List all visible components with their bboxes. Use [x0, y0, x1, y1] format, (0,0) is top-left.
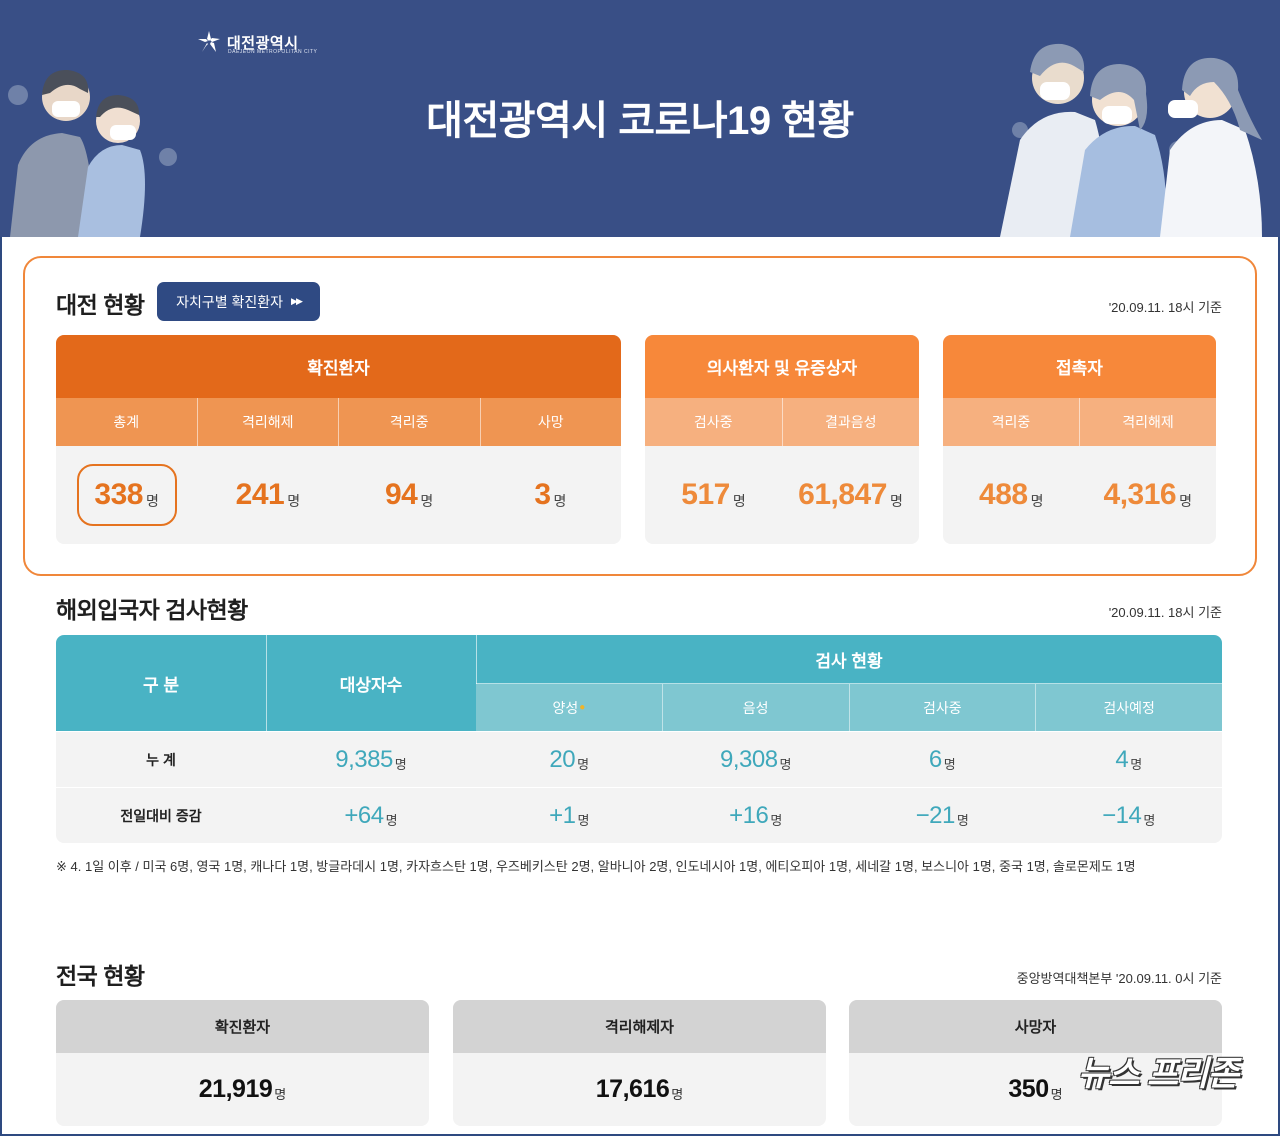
unit-label: 명 — [577, 757, 590, 772]
suspected-testing-value: 517 — [681, 478, 730, 511]
confirmed-deaths-value: 3 — [534, 478, 551, 511]
row-scheduled-value: −14 — [1102, 801, 1142, 829]
row-negative-value: +16 — [729, 801, 769, 829]
unit-label: 명 — [1050, 1087, 1063, 1102]
suspected-negative-value: 61,847 — [798, 478, 887, 511]
confirmed-col-released: 격리해제 — [198, 398, 339, 446]
header-total: 대상자수 — [339, 675, 403, 695]
confirmed-col-total: 총계 — [56, 398, 198, 446]
overseas-test-table: 구 분 대상자수 검사 현황 양성 ● 음성 검사중 검사예정 누 계 9,385… — [56, 635, 1222, 843]
national-released-card: 격리해제자 17,616 명 — [453, 1000, 826, 1126]
row-scheduled-value: 4 — [1115, 745, 1129, 773]
contacts-released-value: 4,316 — [1103, 478, 1177, 511]
national-confirmed-label: 확진환자 — [56, 1000, 429, 1053]
row-positive-value: 20 — [549, 745, 576, 773]
national-deaths-value: 350 — [1008, 1075, 1049, 1103]
unit-label: 명 — [1179, 493, 1192, 509]
row-label: 전일대비 증감 — [120, 807, 202, 824]
suspected-col-testing: 검사중 — [645, 398, 783, 446]
header-banner: 대전광역시 DAEJEON METROPOLITAN CITY 대전광역시 코로… — [0, 0, 1280, 237]
suspected-col-negative: 결과음성 — [824, 414, 877, 430]
national-released-value: 17,616 — [595, 1075, 670, 1103]
subheader-negative: 음성 — [663, 684, 850, 731]
row-positive-value: +1 — [549, 801, 576, 829]
unit-label: 명 — [732, 493, 746, 509]
row-testing-value: 6 — [928, 745, 942, 773]
overseas-table-header: 구 분 대상자수 검사 현황 양성 ● 음성 검사중 검사예정 — [56, 635, 1222, 731]
district-confirmed-button-label: 자치구별 확진환자 — [176, 293, 284, 310]
divider — [266, 635, 267, 731]
unit-label: 명 — [577, 813, 590, 828]
unit-label: 명 — [779, 757, 792, 772]
header-test-status: 검사 현황 — [815, 651, 883, 671]
suspected-card: 의사환자 및 유증상자 검사중 결과음성 517 명 61,847 명 — [645, 335, 919, 544]
suspected-header: 의사환자 및 유증상자 — [645, 335, 919, 398]
unit-label: 명 — [956, 813, 969, 828]
unit-label: 명 — [1130, 757, 1143, 772]
confirmed-isolated-value: 94 — [384, 478, 418, 511]
subheader-scheduled: 검사예정 — [1103, 699, 1155, 716]
header-category: 구 분 — [142, 675, 179, 695]
unit-label: 명 — [420, 493, 434, 509]
positive-marker-icon: ● — [579, 702, 586, 713]
unit-label: 명 — [889, 493, 903, 509]
confirmed-total-highlight: 338 명 — [76, 464, 177, 526]
city-logo[interactable]: 대전광역시 DAEJEON METROPOLITAN CITY — [197, 30, 317, 55]
unit-label: 명 — [770, 813, 783, 828]
daejeon-section-title: 대전 현황 — [56, 292, 145, 318]
confirmed-card: 확진환자 총계 격리해제 격리중 사망 338 명 241 명 94 명 3 명 — [56, 335, 621, 544]
overseas-country-note: ※ 4. 1일 이후 / 미국 6명, 영국 1명, 캐나다 1명, 방글라데시… — [56, 859, 1136, 874]
city-logo-subtext: DAEJEON METROPOLITAN CITY — [228, 49, 318, 55]
row-negative-value: 9,308 — [719, 745, 778, 773]
masked-people-illustration-left — [8, 69, 177, 237]
subheader-positive-label: 양성 — [552, 699, 579, 716]
unit-label: 명 — [1143, 813, 1156, 828]
masked-people-illustration-right — [1000, 43, 1262, 237]
national-released-label: 격리해제자 — [453, 1000, 826, 1053]
national-timestamp: 중앙방역대책본부 '20.09.11. 0시 기준 — [1016, 971, 1222, 986]
table-row: 누 계 9,385 명 20 명 9,308 명 6명 4명 — [56, 731, 1222, 787]
daejeon-timestamp: '20.09.11. 18시 기준 — [1108, 300, 1222, 315]
contacts-card: 접촉자 격리중 격리해제 488 명 4,316 명 — [943, 335, 1216, 544]
confirmed-header: 확진환자 — [56, 335, 621, 398]
confirmed-col-deaths: 사망 — [537, 414, 564, 430]
unit-label: 명 — [943, 757, 956, 772]
confirmed-released-value: 241 — [235, 478, 285, 511]
row-total-value: +64 — [344, 801, 384, 829]
news-watermark: 뉴스 프리존 — [1078, 1055, 1239, 1093]
unit-label: 명 — [1030, 493, 1044, 509]
national-section-title: 전국 현황 — [56, 963, 145, 989]
confirmed-col-isolated: 격리중 — [339, 398, 481, 446]
unit-label: 명 — [671, 1087, 684, 1102]
district-confirmed-button[interactable]: 자치구별 확진환자 ▶▶ — [157, 282, 320, 321]
confirmed-total-value: 338 — [94, 478, 143, 511]
national-confirmed-value: 21,919 — [198, 1075, 273, 1103]
unit-label: 명 — [394, 757, 407, 772]
table-row: 전일대비 증감 +64 명 +1 명 +16 명 −21 명 −14 명 — [56, 787, 1222, 843]
unit-label: 명 — [274, 1087, 287, 1102]
unit-label: 명 — [287, 493, 301, 509]
city-emblem-icon — [198, 31, 220, 52]
contacts-col-isolated: 격리중 — [943, 398, 1080, 446]
unit-label: 명 — [553, 493, 567, 509]
contacts-col-released: 격리해제 — [1122, 414, 1174, 430]
overseas-timestamp: '20.09.11. 18시 기준 — [1108, 605, 1222, 620]
contacts-header: 접촉자 — [943, 335, 1216, 398]
unit-label: 명 — [145, 493, 159, 509]
national-confirmed-card: 확진환자 21,919 명 — [56, 1000, 429, 1126]
unit-label: 명 — [385, 813, 398, 828]
double-chevron-right-icon: ▶▶ — [291, 296, 303, 306]
row-testing-value: −21 — [915, 801, 956, 829]
row-label: 누 계 — [146, 751, 176, 768]
subheader-positive: 양성 ● — [476, 684, 663, 731]
subheader-testing: 검사중 — [850, 684, 1037, 731]
row-total-value: 9,385 — [335, 745, 393, 773]
contacts-isolated-value: 488 — [979, 478, 1028, 511]
overseas-section-title: 해외입국자 검사현황 — [56, 597, 248, 623]
